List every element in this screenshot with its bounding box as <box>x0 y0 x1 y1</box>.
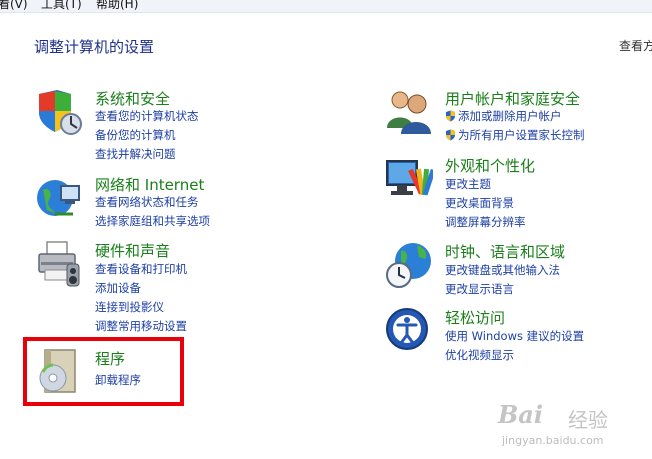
link-add-remove-accounts-label: 添加或删除用户帐户 <box>458 109 562 123</box>
users-icon[interactable] <box>385 88 433 136</box>
watermark-url: jingyan.baidu.com <box>502 434 604 447</box>
link-parental-controls[interactable]: 为所有用户设置家长控制 <box>445 127 585 143</box>
category-title-ease-of-access[interactable]: 轻松访问 <box>445 307 505 328</box>
uac-shield-icon <box>446 129 455 141</box>
page-title: 调整计算机的设置 <box>34 38 155 56</box>
link-connect-projector[interactable]: 连接到投影仪 <box>95 299 164 315</box>
category-title-appearance[interactable]: 外观和个性化 <box>445 155 535 176</box>
category-title-clock-language[interactable]: 时钟、语言和区域 <box>445 241 565 262</box>
link-add-device[interactable]: 添加设备 <box>95 280 141 296</box>
link-troubleshoot[interactable]: 查找并解决问题 <box>95 146 176 162</box>
menu-bar: 看(V) 工具(T) 帮助(H) <box>0 0 652 13</box>
menu-view[interactable]: 看(V) <box>0 0 28 12</box>
link-mobility-settings[interactable]: 调整常用移动设置 <box>95 318 187 334</box>
category-title-hardware-sound[interactable]: 硬件和声音 <box>95 240 170 261</box>
link-optimize-video-display[interactable]: 优化视频显示 <box>445 347 514 363</box>
printer-icon[interactable] <box>35 240 83 288</box>
link-backup-computer[interactable]: 备份您的计算机 <box>95 127 176 143</box>
network-icon[interactable] <box>35 174 83 222</box>
link-add-remove-accounts[interactable]: 添加或删除用户帐户 <box>445 108 562 124</box>
link-change-display-language[interactable]: 更改显示语言 <box>445 281 514 297</box>
link-view-network-status[interactable]: 查看网络状态和任务 <box>95 194 199 210</box>
appearance-icon[interactable] <box>385 155 433 203</box>
highlight-box <box>23 337 184 406</box>
category-title-network[interactable]: 网络和 Internet <box>95 174 204 195</box>
link-parental-controls-label: 为所有用户设置家长控制 <box>458 128 585 142</box>
watermark-brand-jingyan: 经验 <box>568 408 608 432</box>
watermark-brand: Bai <box>498 400 543 429</box>
menu-tools[interactable]: 工具(T) <box>41 0 82 12</box>
ease-of-access-icon[interactable] <box>385 307 433 355</box>
link-screen-resolution[interactable]: 调整屏幕分辨率 <box>445 214 526 230</box>
view-by-label[interactable]: 查看方式 <box>619 37 652 54</box>
link-devices-printers[interactable]: 查看设备和打印机 <box>95 261 187 277</box>
link-change-theme[interactable]: 更改主题 <box>445 176 491 192</box>
category-title-user-accounts[interactable]: 用户帐户和家庭安全 <box>445 88 580 109</box>
link-view-computer-status[interactable]: 查看您的计算机状态 <box>95 108 199 124</box>
link-change-input-method[interactable]: 更改键盘或其他输入法 <box>445 262 560 278</box>
link-windows-recommended-settings[interactable]: 使用 Windows 建议的设置 <box>445 328 584 344</box>
link-homegroup-sharing[interactable]: 选择家庭组和共享选项 <box>95 213 210 229</box>
uac-shield-icon <box>446 110 455 122</box>
baidu-jingyan-watermark: Bai 经验 jingyan.baidu.com <box>498 400 648 456</box>
link-change-desktop-background[interactable]: 更改桌面背景 <box>445 195 514 211</box>
clock-globe-icon[interactable] <box>385 241 433 289</box>
category-title-system-security[interactable]: 系统和安全 <box>95 88 170 109</box>
system-security-icon[interactable] <box>35 88 83 136</box>
menu-help[interactable]: 帮助(H) <box>96 0 138 12</box>
